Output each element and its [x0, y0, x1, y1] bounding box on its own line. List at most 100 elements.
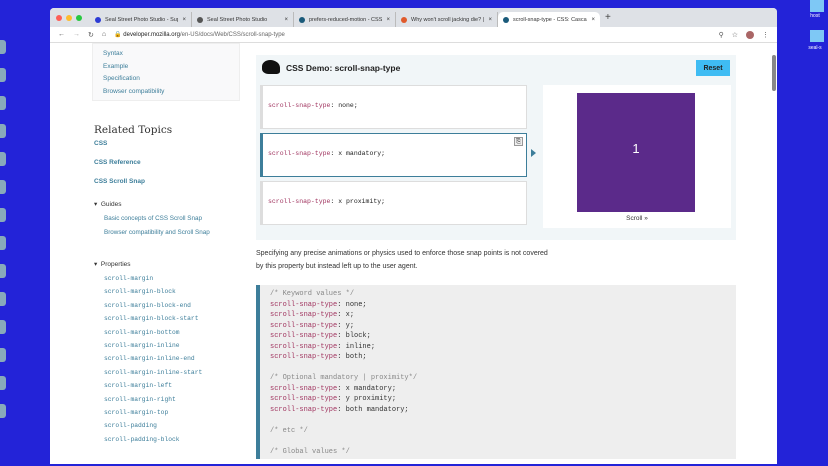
- page-content: Syntax Example Specification Browser compat…: [50, 43, 777, 464]
- paragraph-line: by this property but instead left up to …: [256, 263, 418, 270]
- code-value: both mandatory;: [345, 405, 409, 414]
- browser-tab[interactable]: Seal Street Photo Studio ×: [192, 12, 294, 27]
- related-link[interactable]: CSS: [94, 140, 264, 159]
- browser-tab[interactable]: Seal Street Photo Studio - Sup ×: [90, 12, 192, 27]
- tab-bar: Seal Street Photo Studio - Sup × Seal Stre…: [50, 8, 777, 27]
- close-tab-icon[interactable]: ×: [182, 17, 186, 23]
- demo-choice[interactable]: scroll-snap-type: none;: [260, 85, 527, 129]
- related-topics: Related Topics CSS CSS Reference CSS Scrol…: [94, 124, 264, 449]
- code-line: scroll-snap-type: y proximity;: [270, 395, 397, 403]
- code-line: scroll-snap-type: y;: [270, 321, 355, 330]
- property-link[interactable]: scroll-margin-right: [94, 396, 264, 409]
- property-link[interactable]: scroll-margin-top: [94, 409, 264, 422]
- toc-link[interactable]: Specification: [103, 73, 229, 86]
- favicon-icon: [197, 16, 203, 23]
- url-input[interactable]: 🔒 developer.mozilla.org/en-US/docs/Web/C…: [114, 31, 710, 38]
- desktop-file-icon[interactable]: [810, 0, 824, 12]
- desktop-file-icon[interactable]: [810, 30, 824, 42]
- toc-link[interactable]: Example: [103, 61, 229, 74]
- demo-output[interactable]: 1 Scroll »: [543, 85, 731, 228]
- property-link[interactable]: scroll-margin-inline: [94, 342, 264, 355]
- properties-toggle[interactable]: ▾ Properties: [94, 260, 264, 268]
- browser-tab[interactable]: Why won't scroll jacking die? | ×: [396, 12, 498, 27]
- new-tab-button[interactable]: +: [605, 12, 611, 23]
- avatar[interactable]: [746, 30, 754, 39]
- demo-title: CSS Demo: scroll-snap-type: [286, 63, 401, 73]
- property-link[interactable]: scroll-margin-block: [94, 288, 264, 301]
- reset-button[interactable]: Reset: [696, 60, 730, 76]
- demo-choice[interactable]: scroll-snap-type: x proximity;: [260, 181, 527, 225]
- choice-property: scroll-snap-type: [268, 150, 331, 157]
- code-value: y;: [345, 321, 355, 330]
- code-comment: /* Global values */: [270, 447, 350, 456]
- scrollbar[interactable]: [772, 55, 776, 91]
- choice-value: none;: [338, 102, 358, 109]
- related-topics-heading: Related Topics: [94, 124, 173, 136]
- code-value: y proximity;: [345, 395, 397, 403]
- guide-link[interactable]: Basic concepts of CSS Scroll Snap: [94, 215, 264, 229]
- property-link[interactable]: scroll-margin-block-start: [94, 315, 264, 328]
- property-link[interactable]: scroll-margin-left: [94, 382, 264, 395]
- close-tab-icon[interactable]: ×: [488, 17, 492, 23]
- choice-value: x proximity;: [338, 198, 386, 205]
- back-icon[interactable]: ←: [58, 31, 65, 38]
- zoom-icon[interactable]: ⚲: [719, 31, 724, 39]
- bookmark-star-icon[interactable]: ☆: [732, 31, 738, 39]
- menu-icon[interactable]: ⋮: [762, 31, 769, 39]
- paragraph-line: Specifying any precise animations or phy…: [256, 250, 548, 257]
- maximize-window-button[interactable]: [76, 14, 82, 21]
- code-line: scroll-snap-type: both;: [270, 353, 367, 361]
- code-property: scroll-snap-type: [270, 353, 338, 361]
- interactive-demo: CSS Demo: scroll-snap-type Reset scroll-…: [256, 55, 736, 240]
- guides-toggle[interactable]: ▾ Guides: [94, 200, 264, 208]
- tab-label: prefers-reduced-motion - CSS: [309, 16, 383, 23]
- tab-label: Seal Street Photo Studio - Sup: [105, 16, 179, 23]
- property-link[interactable]: scroll-padding: [94, 422, 264, 435]
- close-tab-icon[interactable]: ×: [591, 17, 595, 23]
- favicon-icon: [95, 16, 101, 23]
- code-value: block;: [345, 332, 371, 340]
- choice-value: x mandatory;: [338, 150, 386, 157]
- property-link[interactable]: scroll-margin-bottom: [94, 329, 264, 342]
- related-link[interactable]: CSS Reference: [94, 159, 264, 178]
- close-tab-icon[interactable]: ×: [386, 17, 390, 23]
- favicon-icon: [503, 16, 509, 23]
- guide-link[interactable]: Browser compatibility and Scroll Snap: [94, 229, 264, 243]
- property-link[interactable]: scroll-padding-block: [94, 436, 264, 449]
- property-link[interactable]: scroll-margin-block-end: [94, 302, 264, 315]
- browser-tab[interactable]: prefers-reduced-motion - CSS ×: [294, 12, 396, 27]
- desktop-label: host: [810, 13, 820, 19]
- minimize-window-button[interactable]: [66, 14, 72, 21]
- reload-icon[interactable]: ↻: [88, 31, 94, 39]
- code-line: scroll-snap-type: x mandatory;: [270, 384, 397, 393]
- code-value: x mandatory;: [345, 384, 397, 393]
- browser-window: Seal Street Photo Studio - Sup × Seal Stre…: [50, 8, 777, 464]
- home-icon[interactable]: ⌂: [102, 31, 106, 38]
- selected-arrow-icon: [531, 149, 536, 157]
- property-link[interactable]: scroll-margin: [94, 275, 264, 288]
- forward-icon[interactable]: →: [73, 31, 80, 38]
- close-tab-icon[interactable]: ×: [284, 17, 288, 23]
- toc-link[interactable]: Browser compatibility: [103, 86, 229, 99]
- snap-box[interactable]: 1: [577, 93, 695, 212]
- syntax-code-block: /* Keyword values */ scroll-snap-type: no…: [256, 285, 736, 459]
- code-line: scroll-snap-type: block;: [270, 332, 371, 340]
- property-link[interactable]: scroll-margin-inline-end: [94, 355, 264, 368]
- dock: [0, 40, 8, 420]
- copy-icon[interactable]: ⎘: [514, 137, 523, 146]
- close-window-button[interactable]: [56, 14, 62, 21]
- code-line: scroll-snap-type: inline;: [270, 342, 376, 351]
- browser-tab[interactable]: scroll-snap-type - CSS: Casca ×: [498, 12, 600, 27]
- code-property: scroll-snap-type: [270, 384, 338, 393]
- toc-link[interactable]: Syntax: [103, 48, 229, 61]
- guides-label: Guides: [100, 201, 122, 208]
- properties-label: Properties: [100, 261, 131, 268]
- related-link[interactable]: CSS Scroll Snap: [94, 178, 264, 197]
- property-link[interactable]: scroll-margin-inline-start: [94, 369, 264, 382]
- mdn-dino-icon: [262, 60, 280, 74]
- code-property: scroll-snap-type: [270, 311, 338, 319]
- code-line: scroll-snap-type: both mandatory;: [270, 405, 409, 414]
- demo-choice[interactable]: scroll-snap-type: x mandatory; ⎘: [260, 133, 527, 177]
